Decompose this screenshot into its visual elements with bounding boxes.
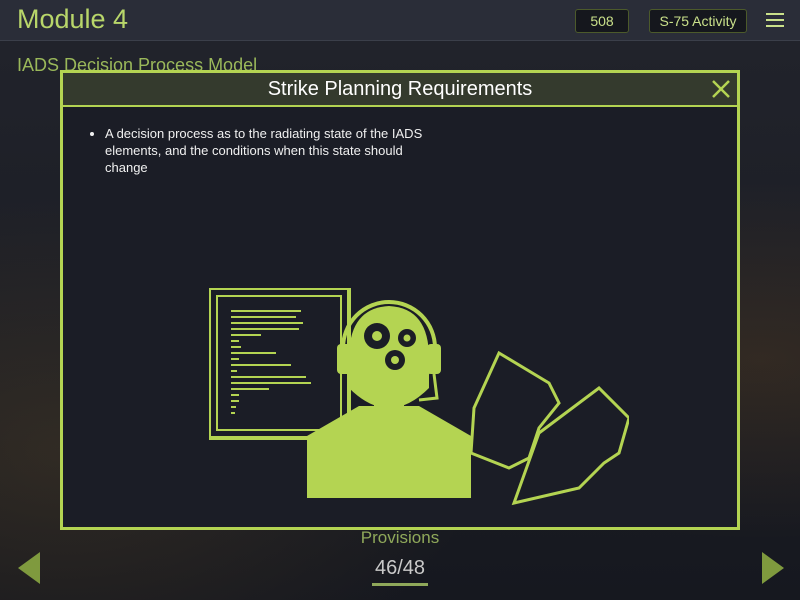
bullet-item: A decision process as to the radiating s… <box>105 125 435 176</box>
score-badge: 508 <box>575 9 629 33</box>
monitor-graphic <box>209 288 351 440</box>
triangle-right-icon[interactable] <box>760 550 786 586</box>
map-graphic <box>469 350 629 506</box>
bullet-list: A decision process as to the radiating s… <box>91 125 435 176</box>
top-bar: Module 4 508 S-75 Activity <box>0 0 800 41</box>
operator-illustration <box>209 288 629 506</box>
page-indicator-underline <box>372 583 428 586</box>
hamburger-menu-icon[interactable] <box>766 13 784 27</box>
modal-title: Strike Planning Requirements <box>267 78 533 100</box>
triangle-left-icon[interactable] <box>16 550 42 586</box>
operator-figure <box>307 300 471 498</box>
section-label: Provisions <box>360 528 440 547</box>
page-indicator: 46/48 <box>374 557 426 579</box>
strike-planning-modal: Strike Planning Requirements A decision … <box>60 70 740 530</box>
close-icon[interactable] <box>711 79 731 99</box>
modal-header: Strike Planning Requirements <box>63 73 737 107</box>
module-title: Module 4 <box>17 4 129 34</box>
activity-button[interactable]: S-75 Activity <box>649 9 747 33</box>
